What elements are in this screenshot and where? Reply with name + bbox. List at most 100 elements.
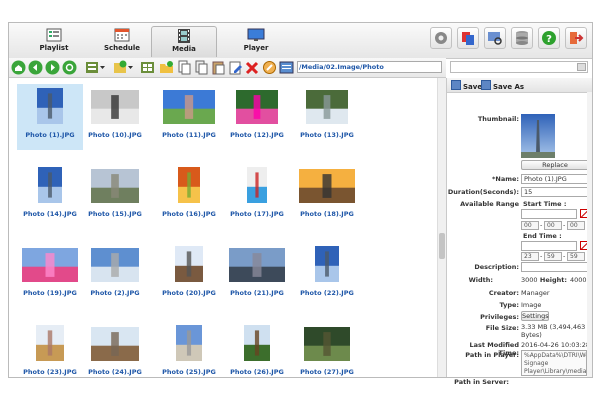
media-item[interactable]: Photo (14).JPG xyxy=(17,163,83,229)
new-folder-button[interactable] xyxy=(159,60,174,75)
monitor-icon xyxy=(247,28,265,41)
tab-media[interactable]: Media xyxy=(151,26,217,57)
start-minute-select[interactable]: 00 xyxy=(544,221,562,230)
panel-scrollbar[interactable] xyxy=(587,92,592,377)
description-input[interactable] xyxy=(521,262,589,272)
media-item-caption: Photo (19).JPG xyxy=(23,289,77,297)
type-value: Image xyxy=(521,301,542,309)
media-thumbnail xyxy=(236,90,278,124)
view-options-button[interactable] xyxy=(85,60,107,75)
media-item[interactable]: Photo (1).JPG xyxy=(17,84,83,150)
media-item[interactable]: Photo (20).JPG xyxy=(156,242,222,308)
media-item[interactable]: Photo (23).JPG xyxy=(17,321,83,377)
add-media-button[interactable] xyxy=(113,60,135,75)
link-button[interactable] xyxy=(262,60,277,75)
refresh-button[interactable] xyxy=(62,60,77,75)
media-item-caption: Photo (1).JPG xyxy=(25,131,75,139)
search-screen-button[interactable] xyxy=(484,27,506,49)
media-item[interactable]: Photo (26).JPG xyxy=(224,321,290,377)
grid-view-icon xyxy=(141,62,154,73)
delete-button[interactable] xyxy=(245,60,260,75)
media-item[interactable]: Photo (21).JPG xyxy=(224,242,290,308)
media-item[interactable]: Photo (19).JPG xyxy=(17,242,83,308)
save-as-button[interactable]: Save As xyxy=(481,80,524,91)
media-item[interactable]: Photo (27).JPG xyxy=(294,321,360,377)
width-value: 3000 xyxy=(521,276,538,284)
tab-schedule[interactable]: Schedule xyxy=(89,26,155,57)
media-item[interactable]: Photo (22).JPG xyxy=(294,242,360,308)
save-as-icon xyxy=(481,80,491,90)
start-date-input[interactable] xyxy=(521,209,577,219)
paste-button[interactable] xyxy=(211,60,226,75)
available-range-label: Available Range xyxy=(460,200,519,208)
start-second-select[interactable]: 00 xyxy=(567,221,585,230)
end-hour-select[interactable]: 23 xyxy=(521,252,539,261)
search-input[interactable] xyxy=(450,61,588,73)
start-hour-select[interactable]: 00 xyxy=(521,221,539,230)
media-thumbnail xyxy=(36,325,64,361)
search-dropdown-icon[interactable] xyxy=(577,63,586,71)
media-item[interactable]: Photo (17).JPG xyxy=(224,163,290,229)
media-item-caption: Photo (21).JPG xyxy=(230,289,284,297)
scrollbar-thumb[interactable] xyxy=(439,233,445,259)
media-item[interactable]: Photo (11).JPG xyxy=(156,84,222,150)
path-server-label: Path in Server: xyxy=(454,378,509,386)
tab-label: Schedule xyxy=(103,44,141,52)
copy-files-button[interactable] xyxy=(457,27,479,49)
settings-button[interactable] xyxy=(430,27,452,49)
edit-button[interactable] xyxy=(228,60,243,75)
media-item[interactable]: Photo (24).JPG xyxy=(82,321,148,377)
help-button[interactable]: ? xyxy=(538,27,560,49)
tab-playlist[interactable]: Playlist xyxy=(21,26,87,57)
media-item[interactable]: Photo (10).JPG xyxy=(82,84,148,150)
copy-button[interactable] xyxy=(194,60,209,75)
media-thumbnail xyxy=(229,248,285,282)
media-thumbnail xyxy=(178,167,200,203)
playlist-icon xyxy=(46,28,62,42)
tab-label: Media xyxy=(172,45,196,53)
home-button[interactable] xyxy=(11,60,26,75)
properties-button[interactable] xyxy=(279,60,294,75)
media-item[interactable]: Photo (25).JPG xyxy=(156,321,222,377)
calendar-icon xyxy=(114,28,130,42)
path-player-value[interactable]: %AppData%\DTRI\WebDT Signage Player\Libr… xyxy=(521,350,587,376)
duration-input[interactable]: 15 xyxy=(521,187,589,197)
media-item[interactable]: Photo (12).JPG xyxy=(224,84,290,150)
media-toolbar: /Media/02.Image/Photo xyxy=(9,58,446,78)
back-button[interactable] xyxy=(28,60,43,75)
logout-button[interactable] xyxy=(565,27,587,49)
end-minute-select[interactable]: 59 xyxy=(544,252,562,261)
media-item[interactable]: Photo (15).JPG xyxy=(82,163,148,229)
name-input[interactable]: Photo (1).JPG xyxy=(521,174,589,184)
media-item[interactable]: Photo (18).JPG xyxy=(294,163,360,229)
privileges-settings-button[interactable]: Settings xyxy=(521,311,549,321)
end-second-select[interactable]: 59 xyxy=(567,252,585,261)
view-options-icon xyxy=(86,62,105,73)
media-item[interactable]: Photo (2).JPG xyxy=(82,242,148,308)
save-button[interactable]: Save xyxy=(451,80,482,91)
grid-view-button[interactable] xyxy=(140,60,155,75)
media-item[interactable]: Photo (16).JPG xyxy=(156,163,222,229)
media-item-caption: Photo (26).JPG xyxy=(230,368,284,376)
main-tab-bar: Playlist Schedule Media Player ? xyxy=(9,23,592,59)
media-thumbnail xyxy=(91,327,139,361)
tab-player[interactable]: Player xyxy=(223,26,289,57)
end-time-label: End Time : xyxy=(523,232,562,240)
height-value: 4000 xyxy=(570,276,587,284)
database-button[interactable] xyxy=(511,27,533,49)
cut-button[interactable] xyxy=(177,60,192,75)
media-item-caption: Photo (10).JPG xyxy=(88,131,142,139)
forward-button[interactable] xyxy=(45,60,60,75)
media-thumbnail xyxy=(91,248,139,282)
filesize-label: File Size: xyxy=(485,324,519,332)
media-thumbnail xyxy=(163,90,215,124)
media-item-caption: Photo (14).JPG xyxy=(23,210,77,218)
end-date-input[interactable] xyxy=(521,241,577,251)
media-item-caption: Photo (11).JPG xyxy=(162,131,216,139)
tab-label: Playlist xyxy=(39,44,69,52)
refresh-icon xyxy=(62,60,77,75)
replace-button[interactable]: Replace xyxy=(521,160,589,170)
name-label: *Name: xyxy=(491,175,519,183)
media-item[interactable]: Photo (13).JPG xyxy=(294,84,360,150)
media-thumbnail xyxy=(315,246,339,282)
